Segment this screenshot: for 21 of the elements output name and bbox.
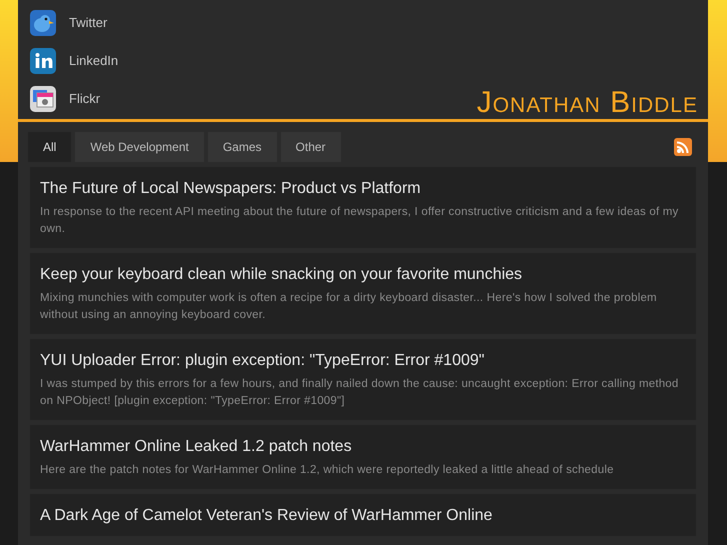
post-title[interactable]: Keep your keyboard clean while snacking on your favorite munchies [40,265,686,285]
post-title[interactable]: WarHammer Online Leaked 1.2 patch notes [40,437,686,457]
post-title[interactable]: The Future of Local Newspapers: Product vs Platform [40,179,686,199]
social-link[interactable]: LinkedIn [69,51,118,71]
post-summary: I was stumped by this errors for a few hours, and finally nailed down the cause: uncaught exception: Error calling method on NPObject! [plugin exception: "TypeError: Error #1009"] [40,377,680,409]
linkedin-icon [30,48,56,74]
category-tab[interactable]: All [28,132,72,162]
site-title[interactable]: Jonathan Biddle [476,88,698,119]
post-summary: In response to the recent API meeting about the future of newspapers, I offer constructive criticism and a few ideas of my own. [40,205,680,237]
post-title[interactable]: A Dark Age of Camelot Veteran's Review of WarHammer Online [40,506,686,526]
social-link[interactable]: Twitter [69,13,108,33]
bird-icon [30,10,56,36]
post-summary: Mixing munchies with computer work is often a recipe for a dirty keyboard disaster... Here's how I solved the problem without using an annoying keyboard cover. [40,291,658,323]
social-link[interactable]: Flickr [69,89,100,109]
post-title[interactable]: YUI Uploader Error: plugin exception: "TypeError: Error #1009" [40,351,686,371]
category-tab[interactable]: Games [208,132,277,162]
category-tab[interactable]: Web Development [75,132,204,162]
rss-icon[interactable] [674,138,692,156]
category-tab[interactable]: Other [280,132,341,162]
photos-icon [30,86,56,112]
post-summary: Here are the patch notes for WarHammer Online 1.2, which were reportedly leaked a little ahead of schedule [40,463,615,478]
